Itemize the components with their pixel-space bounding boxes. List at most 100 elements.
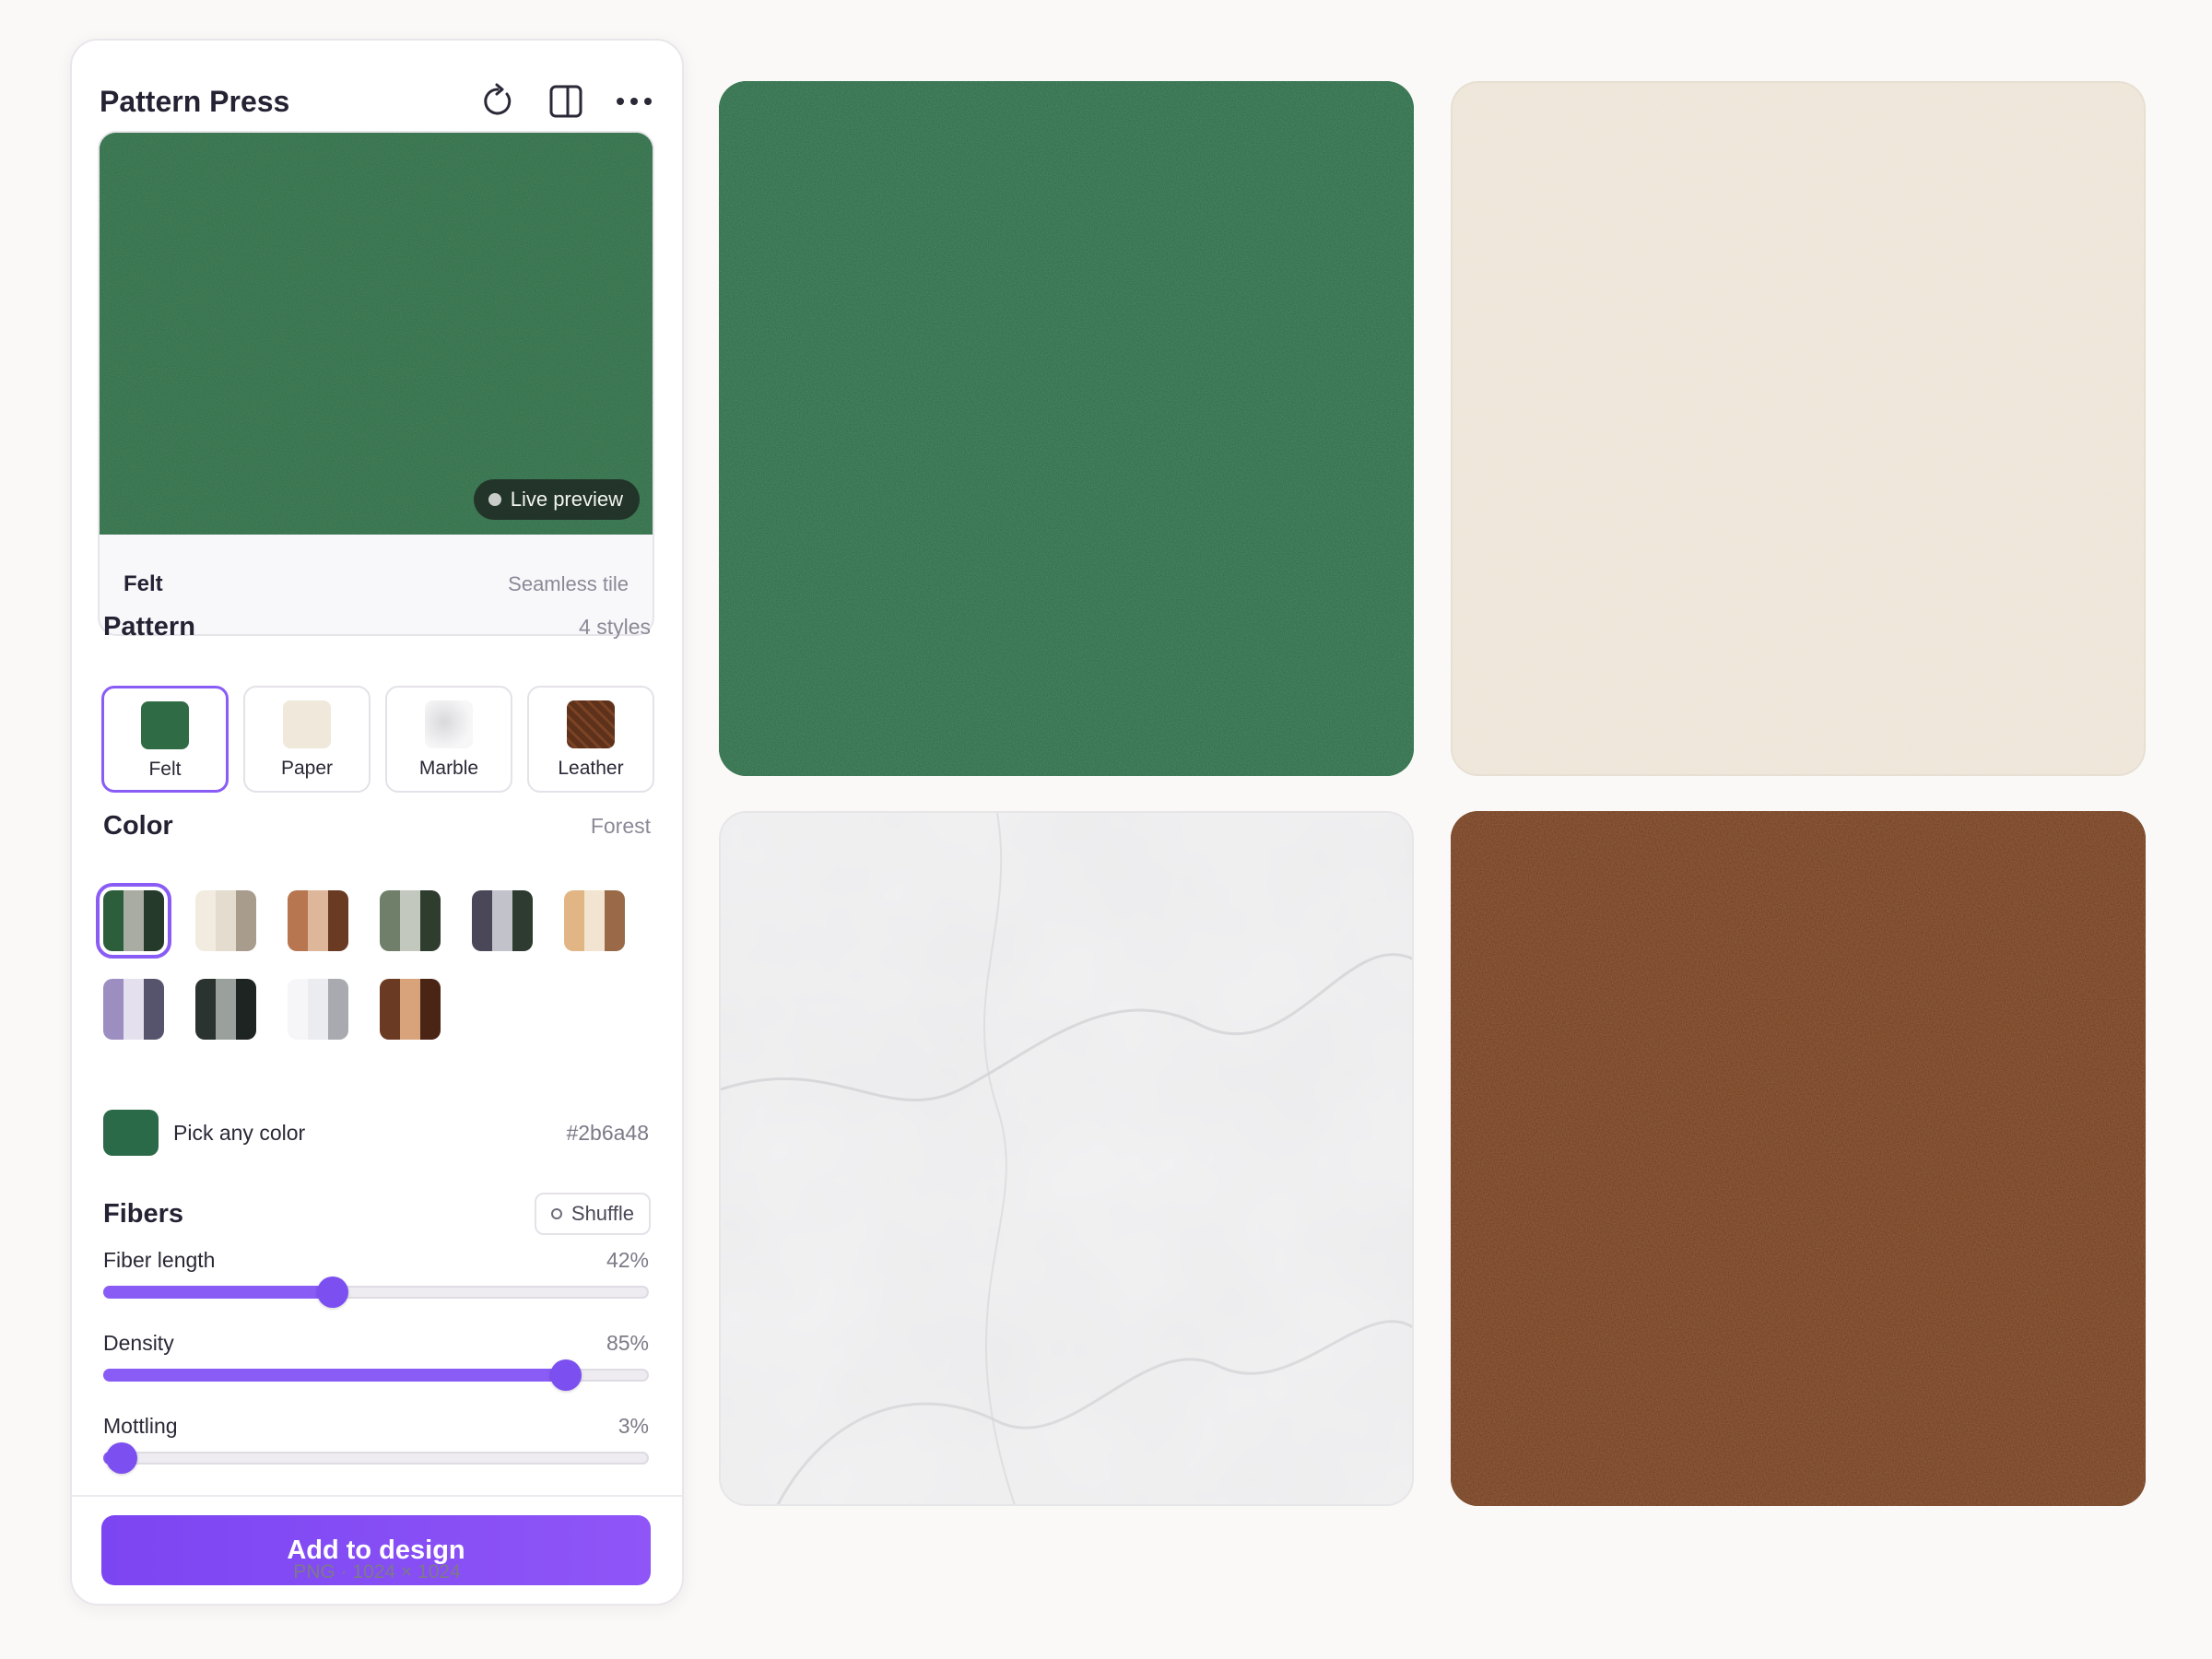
color-swatch-stripe	[328, 890, 348, 951]
color-swatch-stripe	[328, 979, 348, 1040]
slider-label: Mottling	[103, 1414, 178, 1438]
color-swatch-stripe	[236, 890, 256, 951]
pattern-label: Leather	[558, 758, 624, 779]
slider-value: 3%	[618, 1414, 649, 1438]
slider-fill	[103, 1286, 333, 1299]
felt-swatch-icon	[141, 701, 189, 749]
color-swatch-stripe	[420, 979, 441, 1040]
color-swatch-stripe	[564, 890, 584, 951]
color-swatch[interactable]	[380, 979, 441, 1040]
slider-track[interactable]	[103, 1359, 649, 1391]
color-swatch-stripe	[380, 979, 400, 1040]
color-selected-name: Forest	[590, 814, 651, 838]
fiber-length-slider: Fiber length 42%	[103, 1248, 649, 1308]
more-icon[interactable]	[614, 81, 654, 122]
pattern-section-header: Pattern 4 styles	[103, 612, 651, 642]
color-swatch[interactable]	[288, 979, 348, 1040]
color-swatch-stripe	[400, 890, 420, 951]
color-swatch-stripe	[512, 890, 533, 951]
color-swatch[interactable]	[564, 890, 625, 951]
color-hex-value[interactable]: #2b6a48	[566, 1121, 649, 1146]
mottling-slider: Mottling 3%	[103, 1414, 649, 1474]
color-swatch-stripe	[144, 979, 164, 1040]
slider-thumb[interactable]	[549, 1359, 582, 1391]
fibers-title: Fibers	[103, 1198, 184, 1229]
pattern-label: Paper	[280, 758, 334, 779]
preview-subtitle: Seamless tile	[508, 572, 629, 595]
slider-value: 85%	[606, 1331, 649, 1355]
marble-swatch-icon	[425, 700, 473, 748]
preview-image	[100, 133, 653, 535]
color-swatch-stripe	[472, 890, 492, 951]
pattern-panel: Pattern Press Live preview Felt Seamless…	[70, 39, 684, 1606]
slider-label: Fiber length	[103, 1248, 216, 1272]
color-swatch[interactable]	[195, 979, 256, 1040]
color-swatch-stripe	[288, 979, 308, 1040]
preview-card: Live preview Felt Seamless tile	[98, 131, 654, 636]
color-swatch[interactable]	[103, 979, 164, 1040]
footer-divider	[72, 1495, 682, 1497]
header-actions	[477, 81, 654, 122]
shuffle-icon	[550, 1208, 562, 1219]
shuffle-button[interactable]: Shuffle	[534, 1193, 651, 1235]
color-swatch-stripe	[124, 979, 144, 1040]
leather-swatch-icon	[567, 700, 615, 748]
fibers-section-header: Fibers Shuffle	[103, 1193, 651, 1235]
live-preview-label: Live preview	[510, 488, 623, 511]
slider-thumb[interactable]	[316, 1277, 348, 1308]
refresh-icon[interactable]	[477, 81, 518, 122]
app-title: Pattern Press	[100, 84, 290, 118]
color-swatch[interactable]	[472, 890, 533, 951]
color-swatch-stripe	[144, 890, 164, 951]
pick-color-label: Pick any color	[173, 1120, 306, 1145]
slider-track[interactable]	[103, 1442, 649, 1474]
slider-track[interactable]	[103, 1277, 649, 1308]
texture-paper[interactable]	[1451, 81, 2146, 776]
color-swatch[interactable]	[195, 890, 256, 951]
color-swatch-row	[103, 979, 656, 1040]
color-swatch[interactable]	[96, 883, 171, 959]
color-swatch-stripe	[492, 890, 512, 951]
color-section-header: Color Forest	[103, 811, 651, 841]
color-swatch-stripe	[103, 979, 124, 1040]
texture-felt[interactable]	[719, 81, 1414, 776]
pattern-option-marble[interactable]: Marble	[385, 686, 512, 793]
texture-marble[interactable]	[719, 811, 1414, 1506]
slider-label: Density	[103, 1331, 174, 1355]
slider-fill	[103, 1369, 566, 1382]
custom-color-row: Pick any color #2b6a48	[103, 1110, 649, 1156]
color-swatch-stripe	[308, 890, 328, 951]
pattern-title: Pattern	[103, 612, 195, 641]
panel-header: Pattern Press	[100, 66, 654, 136]
color-swatch-stripe	[236, 979, 256, 1040]
pattern-count: 4 styles	[579, 615, 651, 639]
color-swatch-stripe	[584, 890, 605, 951]
color-swatch-stripe	[308, 979, 328, 1040]
color-swatch-stripe	[216, 890, 236, 951]
live-preview-badge: Live preview	[473, 479, 640, 520]
paper-swatch-icon	[283, 700, 331, 748]
shuffle-label: Shuffle	[571, 1202, 634, 1225]
pattern-option-felt[interactable]: Felt	[101, 686, 229, 793]
pattern-option-paper[interactable]: Paper	[243, 686, 371, 793]
color-swatch-stripe	[400, 979, 420, 1040]
color-swatch-grid	[96, 883, 656, 1067]
pattern-label: Marble	[418, 758, 479, 779]
texture-leather[interactable]	[1451, 811, 2146, 1506]
pattern-option-leather[interactable]: Leather	[527, 686, 654, 793]
color-swatch[interactable]	[288, 890, 348, 951]
pattern-options: Felt Paper Marble Leather	[101, 686, 654, 793]
color-swatch-stripe	[380, 890, 400, 951]
color-swatch[interactable]	[380, 890, 441, 951]
color-title: Color	[103, 811, 173, 841]
color-swatch-stripe	[195, 890, 216, 951]
live-dot-icon	[488, 493, 501, 506]
slider-thumb[interactable]	[105, 1442, 137, 1474]
custom-color-swatch[interactable]	[103, 1110, 159, 1156]
color-swatch-stripe	[103, 890, 124, 951]
color-swatch-stripe	[124, 890, 144, 951]
slider-value: 42%	[606, 1248, 649, 1272]
split-view-icon[interactable]	[546, 81, 586, 122]
color-swatch-stripe	[605, 890, 625, 951]
color-swatch-stripe	[420, 890, 441, 951]
